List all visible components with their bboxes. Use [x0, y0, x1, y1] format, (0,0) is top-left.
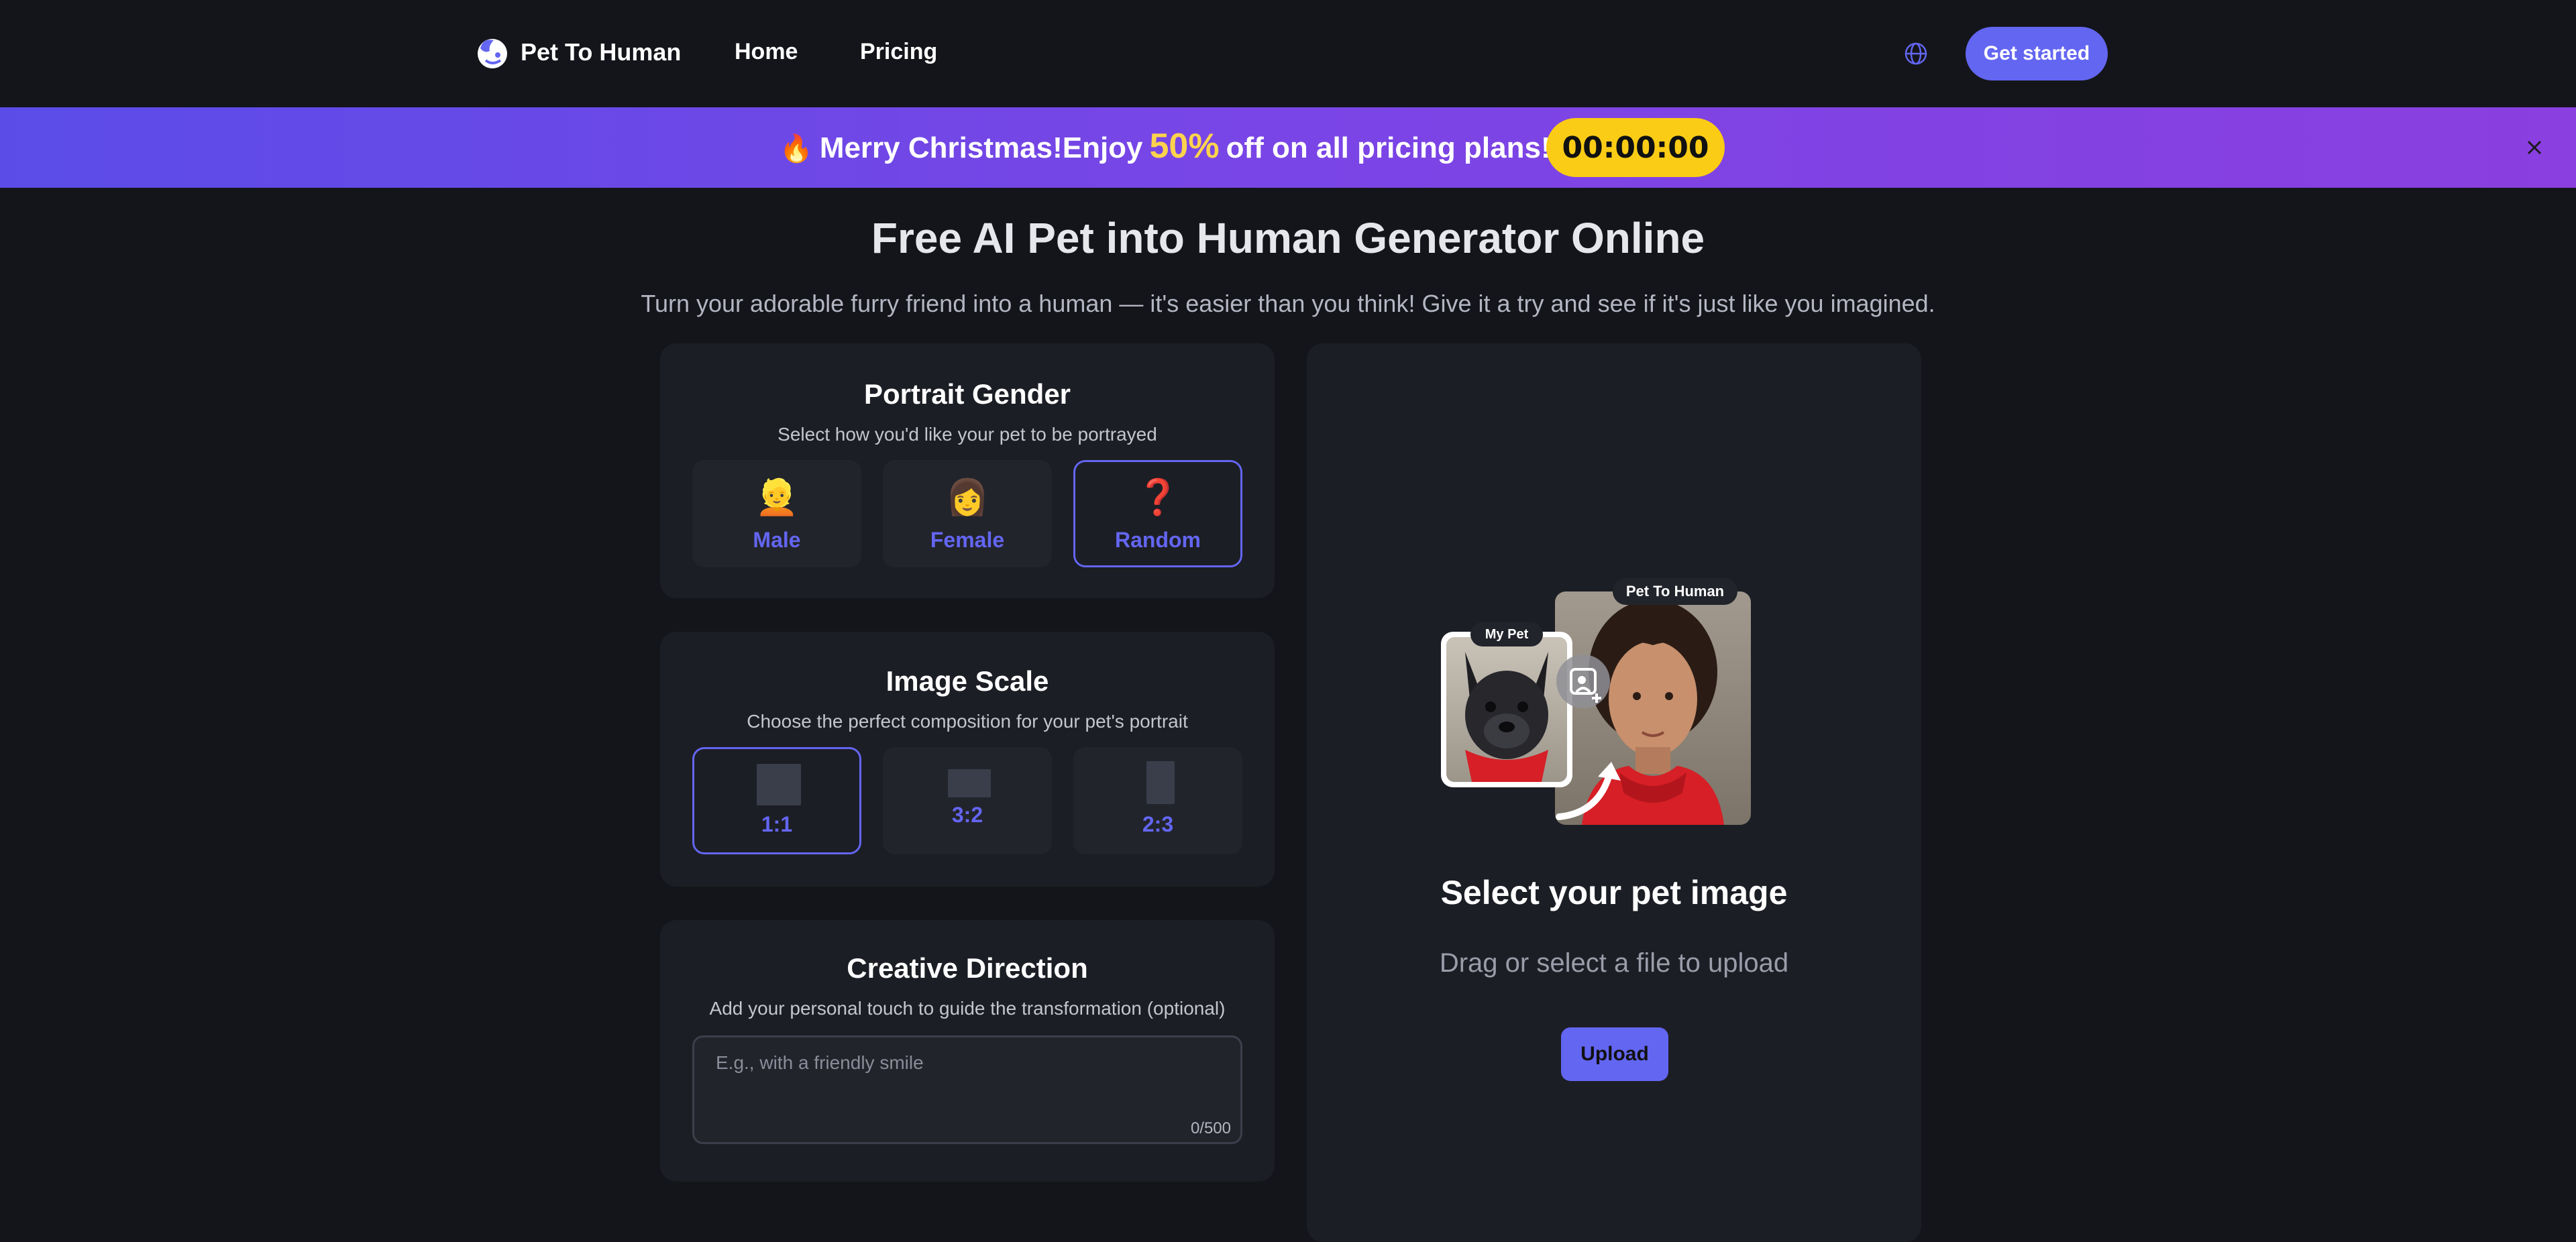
question-mark-icon: ❓: [1136, 478, 1180, 517]
scale-option-label: 3:2: [951, 803, 983, 827]
get-started-button[interactable]: Get started: [1966, 27, 2108, 80]
promo-banner: 🔥 Merry Christmas!Enjoy 50% off on all p…: [0, 107, 2576, 188]
pet-to-human-label: Pet To Human: [1613, 578, 1737, 605]
brand-logo[interactable]: Pet To Human: [474, 34, 681, 71]
top-navbar: Pet To Human Home Pricing Get started: [0, 0, 2576, 107]
upload-subtitle: Drag or select a file to upload: [1439, 948, 1789, 978]
svg-text:My Pet: My Pet: [1485, 627, 1529, 642]
creative-title: Creative Direction: [847, 952, 1088, 984]
gender-option-label: Male: [753, 528, 801, 552]
creative-panel: Creative Direction Add your personal tou…: [660, 920, 1275, 1182]
human-portrait-image: [1555, 591, 1751, 825]
creative-direction-input[interactable]: [694, 1037, 1240, 1142]
landscape-ratio-icon: [948, 769, 991, 797]
pet-portrait-image: [1441, 632, 1572, 787]
promo-text-after: off on all pricing plans!: [1226, 131, 1551, 164]
gender-option-label: Random: [1115, 528, 1201, 552]
gender-subtitle: Select how you'd like your pet to be por…: [777, 424, 1157, 445]
scale-option-3-2[interactable]: 3:2: [883, 747, 1052, 854]
gender-option-female[interactable]: 👩 Female: [883, 460, 1052, 567]
creative-subtitle: Add your personal touch to guide the tra…: [709, 998, 1226, 1019]
scale-title: Image Scale: [885, 665, 1049, 697]
nav-pricing-link[interactable]: Pricing: [860, 39, 937, 65]
upload-title: Select your pet image: [1440, 874, 1788, 911]
scale-subtitle: Choose the perfect composition for your …: [747, 711, 1188, 732]
pet-logo-icon: [478, 39, 507, 68]
promo-text-before: Merry Christmas!Enjoy: [819, 131, 1143, 164]
scale-option-label: 2:3: [1142, 812, 1174, 836]
nav-home-link[interactable]: Home: [735, 39, 798, 65]
fire-icon: 🔥: [780, 134, 813, 164]
female-icon: 👩: [945, 478, 989, 517]
promo-message: 🔥 Merry Christmas!Enjoy 50% off on all p…: [780, 126, 1551, 166]
male-icon: 👱: [755, 478, 799, 517]
gender-title: Portrait Gender: [863, 378, 1071, 410]
gender-option-male[interactable]: 👱 Male: [692, 460, 861, 567]
scale-option-label: 1:1: [761, 812, 793, 836]
pet-to-human-preview: Pet To Human My Pet: [1441, 578, 1751, 825]
square-ratio-icon: [757, 764, 801, 805]
brand-name: Pet To Human: [521, 38, 682, 66]
upload-button[interactable]: Upload: [1561, 1027, 1668, 1081]
page-subtitle: Turn your adorable furry friend into a h…: [641, 290, 1935, 317]
gender-option-random[interactable]: ❓ Random: [1073, 460, 1242, 567]
close-icon[interactable]: [2522, 135, 2546, 160]
promo-discount: 50%: [1149, 127, 1220, 166]
svg-text:Pet To Human: Pet To Human: [1626, 583, 1724, 600]
creative-input-wrapper: 0/500: [692, 1035, 1242, 1144]
image-transform-icon: [1556, 655, 1610, 708]
countdown-timer: 00:00:00: [1546, 118, 1725, 177]
portrait-ratio-icon: [1146, 761, 1175, 804]
page-title: Free AI Pet into Human Generator Online: [871, 214, 1705, 262]
scale-panel: Image Scale Choose the perfect compositi…: [660, 632, 1275, 887]
scale-option-1-1[interactable]: 1:1: [692, 747, 861, 854]
scale-option-2-3[interactable]: 2:3: [1073, 747, 1242, 854]
character-counter: 0/500: [1190, 1119, 1231, 1137]
upload-dropzone[interactable]: Pet To Human My Pet Select your pet imag…: [1307, 343, 1921, 1242]
gender-panel: Portrait Gender Select how you'd like yo…: [660, 343, 1275, 598]
my-pet-label: My Pet: [1470, 622, 1543, 646]
globe-icon[interactable]: [1904, 42, 1928, 66]
gender-option-label: Female: [930, 528, 1005, 552]
